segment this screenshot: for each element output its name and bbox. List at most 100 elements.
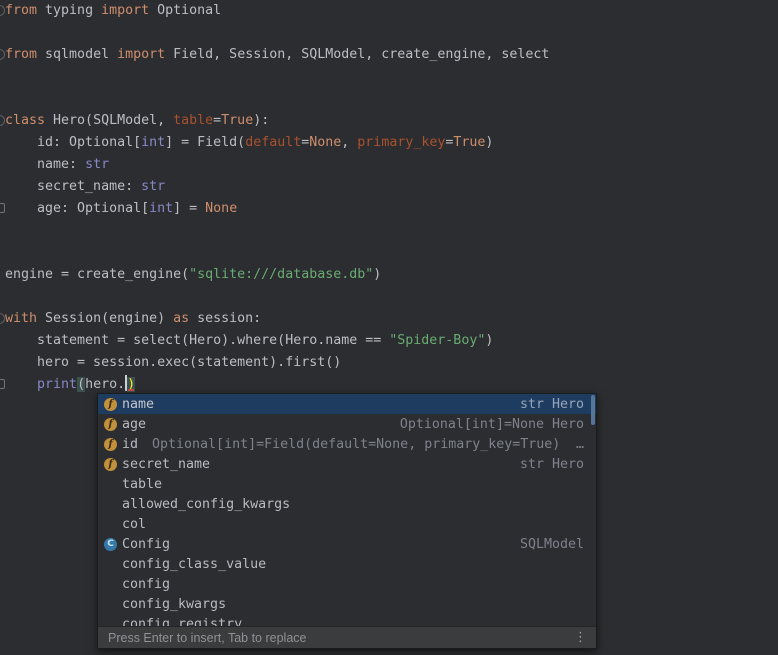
completion-list: fnamestr HerofageOptional[int]=None Hero… — [98, 394, 596, 626]
code-token: ] = — [173, 201, 205, 216]
completion-label: Config — [122, 537, 170, 552]
code-token: int — [141, 135, 165, 150]
code-token: ( — [77, 377, 85, 392]
code-token: hero = session.exec(statement).first() — [5, 355, 341, 370]
field-icon: f — [104, 458, 117, 471]
completion-item-id[interactable]: fidOptional[int]=Field(default=None, pri… — [98, 434, 596, 454]
code-line: name: str — [0, 154, 778, 176]
completion-item-config_kwargs[interactable]: config_kwargs — [98, 594, 596, 614]
code-line: statement = select(Hero).where(Hero.name… — [0, 330, 778, 352]
completion-label: config — [122, 577, 170, 592]
code-token: ) — [485, 135, 493, 150]
completion-label: id — [122, 437, 138, 452]
code-token: import — [101, 3, 149, 18]
completion-footer: Press Enter to insert, Tab to replace ⋮ — [98, 626, 596, 648]
code-token: import — [117, 47, 165, 62]
code-token: int — [149, 201, 173, 216]
completion-item-Config[interactable]: C Config SQLModel — [98, 534, 596, 554]
code-token: True — [453, 135, 485, 150]
code-token: print — [37, 377, 77, 392]
code-line: from sqlmodel import Field, Session, SQL… — [0, 44, 778, 66]
code-line: from typing import Optional — [0, 0, 778, 22]
code-token: default — [245, 135, 301, 150]
field-icon: f — [104, 418, 117, 431]
code-line: secret_name: str — [0, 176, 778, 198]
code-token: ): — [253, 113, 269, 128]
code-token: from — [5, 3, 37, 18]
completion-label: col — [122, 517, 146, 532]
code-token: name: — [5, 157, 85, 172]
completion-item-config_class_value[interactable]: config_class_value — [98, 554, 596, 574]
code-token: as — [173, 311, 189, 326]
code-token: str — [141, 179, 165, 194]
completion-label: age — [122, 417, 146, 432]
code-token: hero. — [85, 377, 125, 392]
code-line: id: Optional[int] = Field(default=None, … — [0, 132, 778, 154]
code-token — [5, 377, 37, 392]
code-token: sqlmodel — [37, 47, 117, 62]
code-token: session: — [189, 311, 261, 326]
popup-scrollbar-thumb[interactable] — [591, 395, 595, 425]
completion-label: table — [122, 477, 162, 492]
code-token: ] = Field( — [165, 135, 245, 150]
completion-item-config[interactable]: config — [98, 574, 596, 594]
completion-item-col[interactable]: col — [98, 514, 596, 534]
completion-type-hint: str Hero — [512, 457, 584, 472]
code-token: Hero(SQLModel, — [45, 113, 173, 128]
completion-label: secret_name — [122, 457, 210, 472]
code-token: age: Optional[ — [5, 201, 149, 216]
code-line — [0, 22, 778, 44]
code-line: engine = create_engine("sqlite:///databa… — [0, 264, 778, 286]
completion-label: config_kwargs — [122, 597, 226, 612]
code-token: secret_name: — [5, 179, 141, 194]
code-line: class Hero(SQLModel, table=True): — [0, 110, 778, 132]
code-token: Optional — [149, 3, 221, 18]
completion-label: name — [122, 397, 154, 412]
completion-label: config_class_value — [122, 557, 266, 572]
code-token: str — [85, 157, 109, 172]
completion-item-table[interactable]: table — [98, 474, 596, 494]
completion-item-config_registry[interactable]: config_registry — [98, 614, 596, 626]
code-token: Session(engine) — [37, 311, 173, 326]
code-token: = — [213, 113, 221, 128]
completion-label: config_registry — [122, 617, 242, 627]
code-token: primary_key — [357, 135, 445, 150]
code-token: "Spider-Boy" — [389, 333, 485, 348]
code-token: None — [205, 201, 237, 216]
code-line — [0, 242, 778, 264]
field-icon: f — [104, 438, 117, 451]
code-token: from — [5, 47, 37, 62]
completion-popup: fnamestr HerofageOptional[int]=None Hero… — [97, 393, 597, 649]
gutter-square-icon — [0, 203, 5, 213]
gutter-square-icon — [0, 379, 5, 389]
completion-item-secret_name[interactable]: f secret_name str Hero — [98, 454, 596, 474]
completion-item-name[interactable]: fname str Hero — [98, 394, 596, 414]
code-line — [0, 286, 778, 308]
code-token: None — [309, 135, 341, 150]
code-token: class — [5, 113, 45, 128]
completion-type-hint: SQLModel — [512, 537, 584, 552]
more-options-icon[interactable]: ⋮ — [574, 631, 587, 644]
code-token: ) — [127, 377, 135, 392]
completion-type-hint: … — [568, 437, 584, 452]
code-token: ) — [373, 267, 381, 282]
code-line: hero = session.exec(statement).first() — [0, 352, 778, 374]
completion-item-allowed_config_kwargs[interactable]: allowed_config_kwargs — [98, 494, 596, 514]
code-line — [0, 220, 778, 242]
code-line: with Session(engine) as session: — [0, 308, 778, 330]
code-token: ) — [485, 333, 493, 348]
code-line — [0, 66, 778, 88]
completion-type-hint: Optional[int]=None Hero — [392, 417, 584, 432]
code-token: with — [5, 311, 37, 326]
completion-item-age[interactable]: fage Optional[int]=None Hero — [98, 414, 596, 434]
completion-label: allowed_config_kwargs — [122, 497, 290, 512]
completion-type-hint: str Hero — [512, 397, 584, 412]
field-icon: f — [104, 398, 117, 411]
code-token: Field, Session, SQLModel, create_engine,… — [165, 47, 549, 62]
class-icon: C — [104, 538, 117, 551]
code-lines: from typing import Optionalfrom sqlmodel… — [0, 0, 778, 396]
code-token: , — [341, 135, 357, 150]
code-token: id: Optional[ — [5, 135, 141, 150]
code-line: age: Optional[int] = None — [0, 198, 778, 220]
code-token: engine = create_engine( — [5, 267, 189, 282]
